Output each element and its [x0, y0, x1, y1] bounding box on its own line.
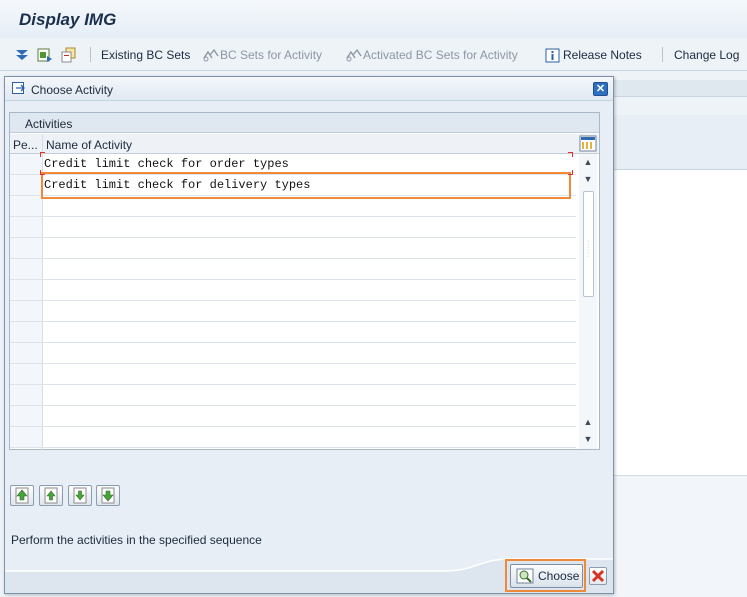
scroll-up-icon[interactable]: ▲ [582, 156, 594, 168]
dialog-title: Choose Activity [31, 83, 114, 97]
choose-button[interactable]: Choose [510, 564, 583, 588]
table-row [10, 406, 576, 427]
info-icon [545, 48, 560, 62]
close-icon[interactable]: ✕ [593, 82, 608, 96]
table-caption: Activities [10, 113, 599, 133]
table-row[interactable]: Credit limit check for order types [10, 154, 576, 175]
dialog-icon [12, 82, 25, 94]
background-footer-area [612, 475, 747, 597]
row-selector[interactable] [10, 175, 42, 195]
move-top-icon[interactable] [10, 485, 34, 506]
info-text: Perform the activities in the specified … [11, 533, 262, 547]
bc-set-icon [346, 48, 362, 62]
scroll-page-up-icon[interactable]: ▲ [582, 416, 594, 428]
table-row [10, 280, 576, 301]
choose-activity-dialog: Choose Activity ✕ Activities Pe... Name … [4, 76, 614, 594]
choose-icon [516, 568, 534, 584]
bc-set-icon [203, 48, 219, 62]
move-down-icon[interactable] [68, 485, 92, 506]
background-content-area [612, 170, 747, 475]
table-body: Credit limit check for order types Credi… [10, 154, 576, 448]
table-row[interactable]: Credit limit check for delivery types [10, 175, 576, 196]
table-row [10, 301, 576, 322]
table-row [10, 385, 576, 406]
background-header-strip [612, 80, 747, 97]
table-row [10, 259, 576, 280]
move-up-icon[interactable] [39, 485, 63, 506]
application-toolbar: Existing BC Sets BC Sets for Activity Ac… [0, 38, 747, 71]
scrollbar-thumb[interactable]: · · · · · · [583, 191, 594, 297]
activities-table: Activities Pe... Name of Activity Credit… [9, 112, 600, 450]
release-notes-button[interactable]: Release Notes [545, 46, 642, 64]
table-row [10, 322, 576, 343]
table-row [10, 196, 576, 217]
existing-bc-sets-button[interactable]: Existing BC Sets [101, 46, 190, 64]
background-panel [612, 115, 747, 170]
table-layout-icon[interactable] [579, 135, 597, 152]
activity-name-cell: Credit limit check for delivery types [44, 178, 311, 192]
scroll-page-down-icon[interactable]: ▼ [582, 173, 594, 185]
activity-name-cell: Credit limit check for order types [44, 157, 289, 171]
vertical-scrollbar[interactable]: ▲ ▼ · · · · · · ▲ ▼ [579, 154, 597, 449]
page-title: Display IMG [19, 10, 117, 29]
dialog-title-bar[interactable]: Choose Activity ✕ [5, 77, 613, 101]
column-header-name-of-activity[interactable]: Name of Activity [46, 138, 132, 152]
row-selector[interactable] [10, 154, 42, 174]
move-bottom-icon[interactable] [96, 485, 120, 506]
app-title-bar: Display IMG [0, 0, 747, 38]
where-used-icon[interactable] [61, 46, 77, 64]
bc-sets-for-activity-button[interactable]: BC Sets for Activity [202, 46, 322, 64]
table-header: Pe... Name of Activity [10, 134, 599, 154]
find-icon[interactable] [37, 46, 53, 64]
table-row [10, 364, 576, 385]
table-row [10, 238, 576, 259]
scroll-down-icon[interactable]: ▼ [582, 433, 594, 445]
table-row [10, 217, 576, 238]
table-row [10, 343, 576, 364]
column-header-pe[interactable]: Pe... [13, 138, 38, 152]
activated-bc-sets-button[interactable]: Activated BC Sets for Activity [345, 46, 518, 64]
change-log-button[interactable]: Change Log [674, 46, 739, 64]
table-row [10, 427, 576, 448]
cancel-icon[interactable] [589, 567, 607, 585]
expand-icon[interactable] [14, 46, 30, 64]
